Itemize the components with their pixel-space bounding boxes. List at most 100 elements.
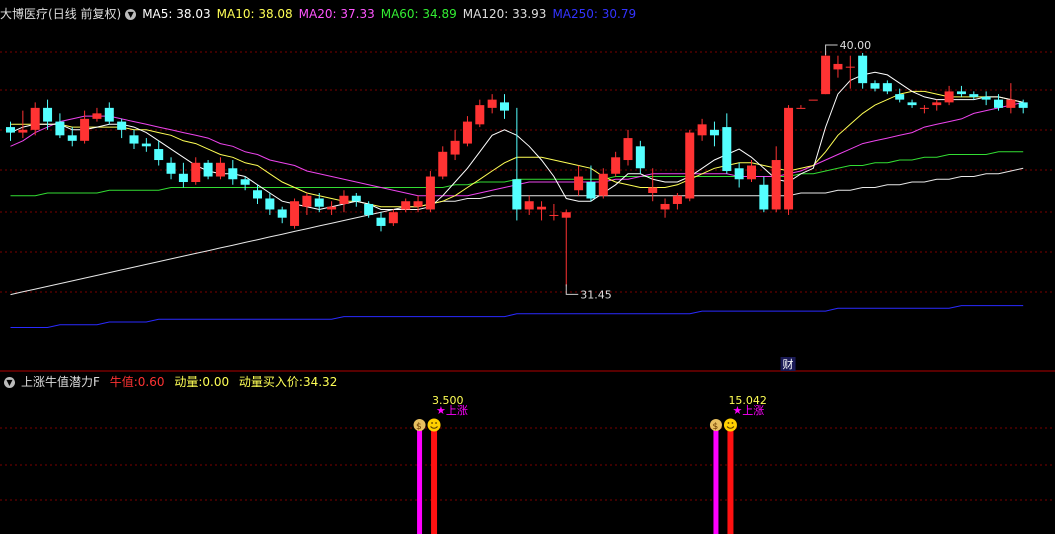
- candle: [944, 85, 954, 106]
- stock-chart[interactable]: 40.00 31.45 财 $3.500★上涨 $15.042★上涨: [0, 0, 1055, 534]
- candle-body: [364, 203, 374, 215]
- candle: [598, 168, 608, 199]
- candle-body: [895, 94, 905, 100]
- ma-legend-item: MA120: 33.93: [462, 7, 547, 21]
- candle-body: [314, 198, 324, 207]
- money-bag-glyph: $: [712, 422, 718, 432]
- candle: [228, 160, 238, 185]
- niu-label: 牛值:: [109, 375, 138, 389]
- candle: [561, 209, 571, 287]
- candle-body: [30, 107, 40, 130]
- candle-body: [18, 129, 28, 133]
- candle-body: [265, 198, 275, 210]
- high-pointer: [825, 44, 838, 55]
- candle: [895, 88, 905, 103]
- candle-body: [709, 129, 719, 136]
- indicator-name[interactable]: 上涨牛值潜力F: [21, 375, 100, 389]
- candle-body: [277, 209, 287, 218]
- candle-body: [240, 179, 250, 185]
- candle-body: [425, 176, 435, 210]
- candle: [771, 146, 781, 213]
- candle-body: [586, 182, 596, 199]
- candle-body: [882, 83, 892, 92]
- candle-body: [821, 55, 831, 95]
- money-bag-glyph: $: [416, 422, 422, 432]
- candle: [1006, 83, 1016, 114]
- candle: [907, 99, 917, 108]
- candle-body: [117, 121, 127, 130]
- candle: [648, 168, 658, 202]
- candle-body: [92, 113, 102, 119]
- candle-body: [524, 201, 534, 210]
- candle: [734, 162, 744, 188]
- candle: [969, 91, 979, 100]
- candle: [166, 157, 176, 180]
- candle: [475, 99, 485, 128]
- candle-body: [67, 135, 77, 141]
- dongliang-label: 动量:: [174, 375, 203, 389]
- candle: [215, 157, 225, 180]
- ma-legend-item: MA60: 34.89: [380, 7, 457, 21]
- candle-body: [475, 105, 485, 125]
- candle-body: [166, 162, 176, 174]
- candle: [512, 107, 522, 221]
- candle-body: [919, 107, 929, 109]
- chevron-down-icon[interactable]: ▼: [4, 377, 15, 388]
- buy-price-label: 动量买入价:: [238, 375, 303, 389]
- candle-body: [734, 168, 744, 180]
- candle-body: [549, 214, 559, 216]
- candle-body: [1018, 102, 1028, 108]
- candle: [401, 198, 411, 213]
- candle-body: [302, 195, 312, 207]
- smile-eye: [731, 422, 734, 424]
- candle: [117, 118, 127, 139]
- candle-body: [141, 143, 151, 147]
- candle-body: [1006, 99, 1016, 108]
- candle-body: [611, 157, 621, 174]
- candle-body: [796, 107, 806, 109]
- candle: [537, 201, 547, 221]
- candle: [438, 146, 448, 180]
- stock-name[interactable]: 大博医疗: [0, 7, 48, 21]
- candle: [104, 102, 114, 125]
- candle-body: [561, 212, 571, 218]
- ma-legend-item: MA250: 30.79: [552, 7, 637, 21]
- candle: [191, 157, 201, 185]
- smile-eye: [435, 422, 437, 424]
- candle: [796, 105, 806, 109]
- candle: [487, 94, 497, 114]
- candle: [154, 140, 164, 166]
- candle: [203, 160, 213, 180]
- candle-body: [6, 127, 15, 133]
- candle: [623, 129, 633, 166]
- candle: [30, 102, 40, 136]
- candle: [808, 99, 818, 101]
- candle: [981, 91, 991, 106]
- smile-icon: [723, 418, 737, 432]
- candle-body: [747, 165, 756, 180]
- candle: [932, 99, 942, 111]
- candle: [327, 201, 337, 215]
- candle-body: [376, 217, 386, 226]
- candle-body: [487, 99, 497, 108]
- candle: [339, 190, 349, 213]
- candle-body: [845, 66, 855, 68]
- chevron-down-icon[interactable]: ▼: [125, 9, 137, 20]
- candle-body: [413, 201, 423, 207]
- candle-body: [944, 91, 954, 103]
- high-label: 40.00: [840, 39, 872, 52]
- candle: [92, 107, 102, 122]
- candle-body: [808, 99, 818, 101]
- candle-body: [870, 83, 880, 89]
- candle: [833, 55, 843, 78]
- candle-body: [697, 124, 707, 136]
- candle: [55, 113, 65, 139]
- candle-body: [685, 132, 695, 199]
- candle: [858, 52, 868, 89]
- low-label: 31.45: [580, 288, 612, 301]
- candle-body: [969, 94, 979, 97]
- smile-eye: [727, 422, 730, 424]
- chart-grid: [0, 51, 1055, 501]
- signal-bar-magenta: [417, 430, 423, 534]
- niu-value: 0.60: [137, 375, 165, 389]
